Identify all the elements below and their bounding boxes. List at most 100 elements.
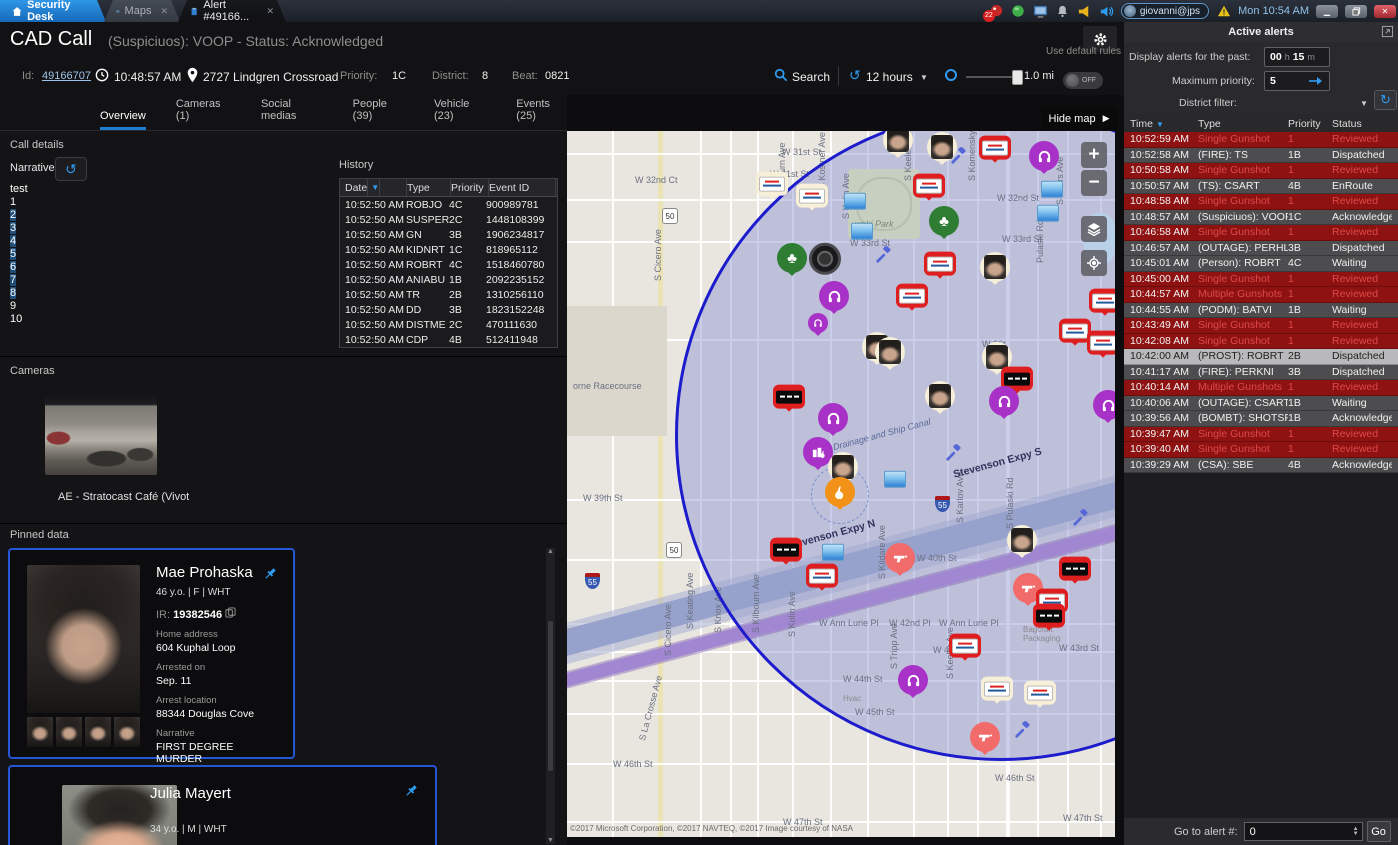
refresh-filter-button[interactable]: ↻ <box>1374 90 1397 110</box>
speaker-icon[interactable] <box>1099 4 1114 19</box>
alert-row[interactable]: 10:46:57 AM(OUTAGE): PERHLP3BDispatched <box>1124 241 1398 257</box>
map-marker-creamplate[interactable] <box>796 184 828 208</box>
map-marker-purpleS[interactable] <box>808 313 828 333</box>
alert-row[interactable]: 10:41:17 AM(FIRE): PERKNI3BDispatched <box>1124 365 1398 381</box>
alert-row[interactable]: 10:42:00 AM(PROST): ROBRT2BDispatched <box>1124 349 1398 365</box>
map-marker-purple[interactable] <box>1093 390 1115 420</box>
map-marker-photo[interactable] <box>1007 525 1037 555</box>
notification-icon[interactable]: 22 <box>989 4 1004 19</box>
narrative-reset-button[interactable]: ↺ <box>55 157 87 181</box>
map-marker-purple[interactable] <box>1029 141 1059 171</box>
close-button[interactable]: ✕ <box>1374 5 1396 18</box>
goto-alert-input[interactable]: 0 ▲▼ <box>1244 822 1363 841</box>
map-zoom-out-button[interactable]: − <box>1081 170 1107 196</box>
map-marker-redplate[interactable] <box>806 564 838 588</box>
camera-thumbnail[interactable] <box>45 393 157 475</box>
alert-row[interactable]: 10:39:40 AMSingle Gunshot1Reviewed <box>1124 442 1398 458</box>
tab-social-medias[interactable]: Social medias <box>261 98 323 130</box>
alert-row[interactable]: 10:39:29 AM(CSA): SBE4BAcknowledged <box>1124 458 1398 474</box>
alert-row[interactable]: 10:48:57 AM(Suspiciuos): VOOP1CAcknowled… <box>1124 210 1398 226</box>
warning-icon[interactable] <box>1216 4 1231 19</box>
photo-thumb[interactable] <box>85 717 111 747</box>
map-marker-purple[interactable] <box>989 386 1019 416</box>
alert-row[interactable]: 10:39:47 AMSingle Gunshot1Reviewed <box>1124 427 1398 443</box>
map-marker-camera[interactable] <box>809 243 841 275</box>
map-marker-purple[interactable] <box>819 281 849 311</box>
pinned-scrollbar[interactable]: ▲ ▼ <box>546 548 555 844</box>
history-row[interactable]: 10:52:50 AMSUSPER2C1448108399 <box>340 212 557 227</box>
chevron-down-icon[interactable]: ▼ <box>920 73 928 82</box>
tab-cameras[interactable]: Cameras (1) <box>176 98 231 130</box>
photo-thumb[interactable] <box>114 717 140 747</box>
map-marker-gavel[interactable] <box>874 246 892 269</box>
scrollbar-thumb[interactable] <box>548 621 553 771</box>
past-duration-input[interactable]: 00h 15m <box>1264 47 1330 67</box>
tab-events[interactable]: Events (25) <box>516 98 567 130</box>
history-row[interactable]: 10:52:50 AMGN3B1906234817 <box>340 227 557 242</box>
radius-slider-handle[interactable] <box>1012 70 1023 85</box>
pin-icon[interactable] <box>262 566 278 582</box>
map-marker-blackplate[interactable] <box>1033 604 1065 628</box>
map-canvas[interactable]: W 31st StW 31st StW 32nd CtW 32nd StW 33… <box>567 131 1115 837</box>
alert-row[interactable]: 10:43:49 AMSingle Gunshot1Reviewed <box>1124 318 1398 334</box>
chevron-down-icon[interactable]: ▼ <box>1360 99 1368 108</box>
history-row[interactable]: 10:52:50 AMKIDNRT1C818965112 <box>340 242 557 257</box>
map-zoom-in-button[interactable]: + <box>1081 142 1107 168</box>
map-locate-button[interactable] <box>1081 250 1107 276</box>
alert-row[interactable]: 10:52:58 AM(FIRE): TS1BDispatched <box>1124 148 1398 164</box>
history-row[interactable]: 10:52:50 AMCDP4B512411948 <box>340 332 557 347</box>
map-marker-redplate[interactable] <box>1087 331 1115 355</box>
time-range-dropdown[interactable]: 12 hours <box>866 70 913 84</box>
history-row[interactable]: 10:52:50 AMROBJO4C900989781 <box>340 197 557 212</box>
photo-thumbnails[interactable] <box>27 717 140 747</box>
status-green-icon[interactable] <box>1011 4 1026 19</box>
hide-map-button[interactable]: Hide map ▶ <box>1041 107 1117 130</box>
map-marker-blackplate[interactable] <box>1059 557 1091 581</box>
map-marker-folder-icon[interactable] <box>851 223 873 240</box>
map-marker-redplate[interactable] <box>1089 289 1115 313</box>
bell-icon[interactable] <box>1055 4 1070 19</box>
map-marker-redplate[interactable] <box>913 174 945 198</box>
map-marker-photo[interactable] <box>925 381 955 411</box>
go-button[interactable]: Go <box>1367 821 1391 842</box>
tab-alert[interactable]: Alert #49166... ✕ <box>178 0 286 22</box>
history-row[interactable]: 10:52:50 AMTR2B1310256110 <box>340 287 557 302</box>
horn-icon[interactable] <box>1077 4 1092 19</box>
photo-thumb[interactable] <box>56 717 82 747</box>
restore-button[interactable] <box>1345 5 1367 18</box>
map-marker-photo[interactable] <box>980 252 1010 282</box>
alert-row[interactable]: 10:50:57 AM(TS): CSART4BEnRoute <box>1124 179 1398 195</box>
map-marker-purple[interactable] <box>818 403 848 433</box>
map-marker-folder-icon[interactable] <box>844 193 866 210</box>
copy-icon[interactable] <box>225 607 236 618</box>
display-icon[interactable] <box>1033 4 1048 19</box>
alert-row[interactable]: 10:40:14 AMMultiple Gunshots1Reviewed <box>1124 380 1398 396</box>
tab-vehicle[interactable]: Vehicle (23) <box>434 98 486 130</box>
map-marker-pinkgun[interactable] <box>885 543 915 573</box>
map-marker-folder-icon[interactable] <box>1041 181 1063 198</box>
alert-row[interactable]: 10:48:58 AMSingle Gunshot1Reviewed <box>1124 194 1398 210</box>
close-icon[interactable]: ✕ <box>266 6 274 17</box>
search-button[interactable]: Search <box>792 70 830 84</box>
history-header[interactable]: Date▼ Type Priority Event ID <box>340 179 557 197</box>
tab-people[interactable]: People (39) <box>353 98 404 130</box>
photo-thumb[interactable] <box>27 717 53 747</box>
tab-overview[interactable]: Overview <box>100 110 146 130</box>
pinned-card-mae-prohaska[interactable]: Mae Prohaska 46 y.o. | F | WHT IR: 19382… <box>8 548 295 759</box>
alert-row[interactable]: 10:44:55 AM(PODM): BATVI1BWaiting <box>1124 303 1398 319</box>
alert-row[interactable]: 10:39:56 AM(BOMBT): SHOTSF1BAcknowledged <box>1124 411 1398 427</box>
map-marker-redplate[interactable] <box>979 136 1011 160</box>
map-marker-blackplate[interactable] <box>773 385 805 409</box>
alert-row[interactable]: 10:45:01 AM(Person): ROBRT4CWaiting <box>1124 256 1398 272</box>
map-marker-redplate[interactable] <box>896 284 928 308</box>
id-link[interactable]: 49166707 <box>42 70 91 82</box>
tab-maps[interactable]: Maps ✕ <box>104 0 180 22</box>
map-layers-button[interactable] <box>1081 216 1107 242</box>
alert-row[interactable]: 10:52:59 AMSingle Gunshot1Reviewed <box>1124 132 1398 148</box>
popout-icon[interactable] <box>1381 25 1394 38</box>
max-priority-input[interactable]: 5 <box>1264 71 1330 91</box>
tab-security-desk[interactable]: Security Desk <box>0 0 106 22</box>
map-marker-purple[interactable] <box>898 665 928 695</box>
scroll-up-icon[interactable]: ▲ <box>547 548 554 555</box>
map-marker-folder-icon[interactable] <box>1037 205 1059 222</box>
